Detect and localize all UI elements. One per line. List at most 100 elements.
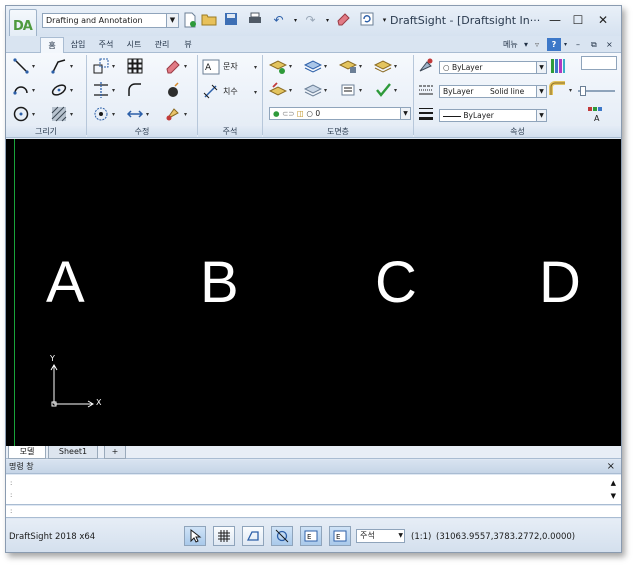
- check-dropdown-icon[interactable]: ▾: [394, 87, 397, 94]
- open-folder-icon[interactable]: [200, 12, 217, 29]
- layer-select[interactable]: ● ⊂⊃ ◫ ○ 0 ▼: [269, 107, 411, 120]
- hatch-icon[interactable]: [50, 105, 68, 123]
- help-button[interactable]: ?: [547, 38, 561, 51]
- layer-walk-icon[interactable]: [339, 81, 357, 99]
- eraser-icon[interactable]: [334, 12, 351, 29]
- layer-previous-dropdown-icon[interactable]: ▾: [394, 63, 397, 70]
- snap-cursor-button[interactable]: [184, 526, 206, 546]
- ellipse-icon[interactable]: [50, 81, 68, 99]
- scroll-down-icon[interactable]: ▼: [611, 492, 616, 500]
- dimension-dropdown-icon[interactable]: ▾: [254, 89, 257, 96]
- lineweight-icon[interactable]: [417, 105, 435, 123]
- linetype-icon[interactable]: [417, 81, 435, 99]
- fillet-icon[interactable]: [126, 81, 144, 99]
- osnap-button[interactable]: [271, 526, 293, 546]
- erase-dropdown-icon[interactable]: ▾: [184, 63, 187, 70]
- explode-icon[interactable]: [164, 81, 182, 99]
- lineweight-select[interactable]: ByLayer ▼: [439, 109, 547, 122]
- layer-walk-dropdown-icon[interactable]: ▾: [359, 87, 362, 94]
- move-icon[interactable]: [92, 57, 110, 75]
- lineweight-display-button[interactable]: E: [329, 526, 351, 546]
- hatch-dropdown-icon[interactable]: ▾: [70, 111, 73, 118]
- maximize-button[interactable]: ☐: [565, 10, 591, 30]
- transparency-dropdown-icon[interactable]: ▾: [569, 87, 572, 94]
- color-select[interactable]: ○ ByLayer ▼: [439, 61, 547, 74]
- workspace-select[interactable]: Drafting and Annotation ▼: [42, 13, 179, 28]
- tab-annotate[interactable]: 주석: [94, 37, 118, 53]
- trim-icon[interactable]: [92, 81, 110, 99]
- drawing-canvas[interactable]: A B C D Y X: [6, 139, 621, 446]
- ellipse-dropdown-icon[interactable]: ▾: [70, 87, 73, 94]
- tab-model[interactable]: 모델: [8, 446, 46, 459]
- undo-icon[interactable]: ↶: [270, 12, 287, 29]
- tab-insert[interactable]: 삽입: [66, 37, 90, 53]
- stretch-icon[interactable]: [126, 105, 144, 123]
- scale-icon[interactable]: [92, 105, 110, 123]
- scroll-up-icon[interactable]: ▲: [611, 479, 616, 487]
- arc-dropdown-icon[interactable]: ▾: [32, 87, 35, 94]
- transparency-icon[interactable]: [549, 81, 567, 99]
- help-dropdown-icon[interactable]: ▾: [564, 38, 567, 51]
- array-icon[interactable]: [126, 57, 144, 75]
- new-file-icon[interactable]: [181, 12, 198, 29]
- tab-home[interactable]: 홈: [40, 37, 64, 53]
- properties-panel-field[interactable]: [581, 54, 617, 72]
- dimension-icon[interactable]: [202, 83, 220, 101]
- layer-current-dropdown-icon[interactable]: ▾: [289, 87, 292, 94]
- command-history[interactable]: : : ▲ ▼: [6, 475, 621, 505]
- doc-minimize-icon[interactable]: –: [576, 38, 580, 51]
- drawing-text-c[interactable]: C: [375, 250, 417, 316]
- layer-isolate-icon[interactable]: [304, 81, 322, 99]
- doc-close-icon[interactable]: ×: [606, 38, 613, 51]
- move-dropdown-icon[interactable]: ▾: [112, 63, 115, 70]
- expand-icon[interactable]: ▿: [535, 38, 539, 51]
- tab-sheet[interactable]: 시트: [122, 37, 146, 53]
- menu-button[interactable]: 메뉴: [503, 38, 518, 51]
- circle-dropdown-icon[interactable]: ▾: [32, 111, 35, 118]
- erase-icon[interactable]: [164, 57, 182, 75]
- trim-dropdown-icon[interactable]: ▾: [112, 87, 115, 94]
- layer-make-current-icon[interactable]: [269, 81, 287, 99]
- layer-manager-icon[interactable]: [269, 57, 287, 75]
- annotation-scale-select[interactable]: 주석 ▼: [356, 529, 405, 543]
- layer-lock-dropdown-icon[interactable]: ▾: [359, 63, 362, 70]
- doc-restore-icon[interactable]: ⧉: [591, 38, 597, 51]
- etrack-button[interactable]: E: [300, 526, 322, 546]
- drawing-text-b[interactable]: B: [200, 250, 239, 316]
- polyline-icon[interactable]: [50, 57, 68, 75]
- line-dropdown-icon[interactable]: ▾: [32, 63, 35, 70]
- save-icon[interactable]: [222, 12, 239, 29]
- match-dropdown-icon[interactable]: ▾: [184, 111, 187, 118]
- transparency-slider[interactable]: [578, 86, 615, 96]
- line-icon[interactable]: [12, 57, 30, 75]
- text-style-icon[interactable]: A: [586, 105, 604, 123]
- dimension-button-label[interactable]: 치수: [223, 86, 238, 98]
- layer-state-icon[interactable]: [304, 57, 322, 75]
- slider-thumb[interactable]: [580, 86, 586, 96]
- layer-previous-icon[interactable]: [374, 57, 392, 75]
- layer-state-dropdown-icon[interactable]: ▾: [324, 63, 327, 70]
- text-dropdown-icon[interactable]: ▾: [254, 64, 257, 71]
- drawing-text-a[interactable]: A: [46, 250, 85, 316]
- match-properties-icon[interactable]: [164, 105, 182, 123]
- print-icon[interactable]: [246, 12, 263, 29]
- tab-manage[interactable]: 관리: [150, 37, 174, 53]
- checkmark-icon[interactable]: [374, 81, 392, 99]
- layer-manager-dropdown-icon[interactable]: ▾: [289, 63, 292, 70]
- linetype-select[interactable]: ByLayer Solid line ▼: [439, 85, 547, 98]
- color-palette-icon[interactable]: [549, 57, 567, 75]
- layer-lock-icon[interactable]: [339, 57, 357, 75]
- refresh-icon[interactable]: [358, 12, 375, 29]
- arc-icon[interactable]: [12, 81, 30, 99]
- layer-isolate-dropdown-icon[interactable]: ▾: [324, 87, 327, 94]
- drawing-text-d[interactable]: D: [539, 250, 581, 316]
- redo-icon[interactable]: ↷: [302, 12, 319, 29]
- match-color-icon[interactable]: [417, 57, 435, 75]
- tab-view[interactable]: 뷰: [178, 37, 198, 53]
- command-input[interactable]: :: [6, 506, 621, 518]
- grid-button[interactable]: [213, 526, 235, 546]
- ortho-button[interactable]: [242, 526, 264, 546]
- text-icon[interactable]: A: [202, 58, 220, 76]
- scale-dropdown-icon[interactable]: ▾: [112, 111, 115, 118]
- add-sheet-button[interactable]: +: [104, 446, 126, 459]
